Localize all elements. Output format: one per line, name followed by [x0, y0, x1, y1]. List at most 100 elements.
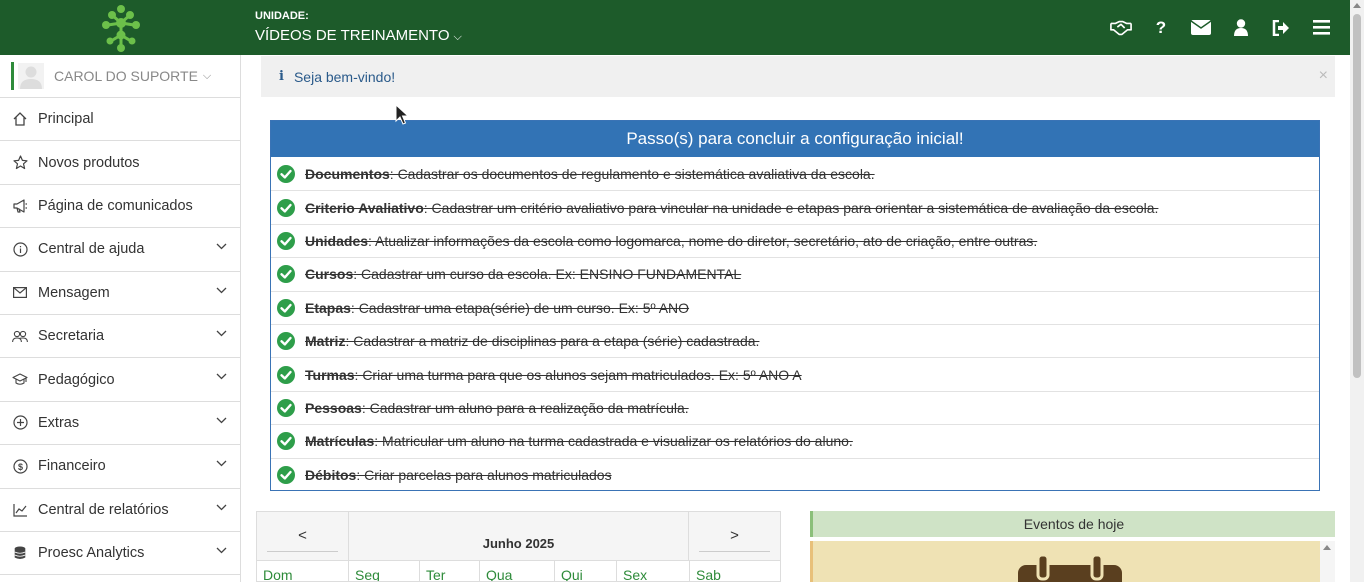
unit-label: UNIDADE:: [255, 10, 309, 22]
sidebar-item-financeiro[interactable]: $ Financeiro: [0, 445, 240, 489]
step-text: Turmas: Criar uma turma para que os alun…: [305, 367, 802, 383]
sidebar-item-comunicados[interactable]: Página de comunicados: [0, 185, 240, 229]
step-name: Pessoas: [305, 399, 362, 416]
sidebar-item-extras[interactable]: Extras: [0, 402, 240, 446]
weekday-label: Dom: [257, 561, 349, 581]
step-text: Unidades: Atualizar informações da escol…: [305, 233, 1037, 249]
chevron-down-icon: [216, 460, 227, 467]
sidebar-item-central-de-relatorios[interactable]: Central de relatórios: [0, 489, 240, 532]
step-row: Etapas: Cadastrar uma etapa(série) de um…: [271, 290, 1319, 324]
envelope-icon[interactable]: [1190, 17, 1212, 39]
sidebar-item-label: Central de ajuda: [38, 241, 145, 258]
step-row: Criterio Avaliativo: Cadastrar um critér…: [271, 190, 1319, 223]
step-name: Documentos: [305, 165, 390, 182]
step-description: : Atualizar informações da escola como l…: [368, 232, 1038, 249]
unit-selector[interactable]: VÍDEOS DE TREINAMENTO ⌵: [255, 27, 462, 44]
chevron-down-icon: [216, 243, 227, 250]
user-name: CAROL DO SUPORTE: [54, 68, 198, 84]
step-description: : Cadastrar uma etapa(série) de um curso…: [350, 299, 690, 316]
megaphone-icon: [12, 198, 28, 214]
check-circle-icon: [277, 365, 295, 384]
calendar-icon: [1018, 555, 1122, 582]
step-description: : Cadastrar um aluno para a realização d…: [361, 399, 689, 416]
step-description: : Cadastrar um critério avaliativo para …: [423, 199, 1159, 216]
sidebar-item-secretaria[interactable]: Secretaria: [0, 315, 240, 359]
step-text: Matriz: Cadastrar a matriz de disciplina…: [305, 333, 759, 349]
sidebar-item-label: Proesc Analytics: [38, 545, 145, 562]
step-text: Cursos: Cadastrar um curso da escola. Ex…: [305, 266, 741, 282]
sidebar-item-proesc-analytics[interactable]: Proesc Analytics: [0, 532, 240, 576]
calendar: < Junho 2025 > Dom Seg Ter Qua Qui Sex S…: [256, 511, 781, 582]
menu-icon[interactable]: [1310, 17, 1332, 39]
calendar-prev-button[interactable]: <: [257, 512, 349, 560]
weekday-label: Qui: [555, 561, 617, 581]
sidebar-item-pedagogico[interactable]: Pedagógico: [0, 358, 240, 402]
user-menu[interactable]: CAROL DO SUPORTE ⌵: [0, 55, 240, 98]
sidebar-item-principal[interactable]: Principal: [0, 98, 240, 142]
sidebar-item-label: Principal: [38, 111, 94, 128]
check-circle-icon: [277, 398, 295, 417]
step-text: Etapas: Cadastrar uma etapa(série) de um…: [305, 300, 689, 316]
user-icon[interactable]: [1230, 17, 1252, 39]
chevron-down-icon: [216, 373, 227, 380]
events-scrollbar[interactable]: [1320, 541, 1335, 582]
scroll-up-arrow[interactable]: [1353, 3, 1361, 8]
home-icon: [12, 111, 28, 127]
line-chart-icon: [12, 502, 28, 518]
sidebar-item-central-de-ajuda[interactable]: Central de ajuda: [0, 228, 240, 272]
question-icon[interactable]: ?: [1150, 17, 1172, 39]
steps-list: Documentos: Cadastrar os documentos de r…: [271, 157, 1319, 491]
sidebar-item-novos-produtos[interactable]: Novos produtos: [0, 141, 240, 185]
unit-value: VÍDEOS DE TREINAMENTO: [255, 27, 450, 44]
step-name: Etapas: [305, 299, 351, 316]
mouse-cursor: [395, 104, 409, 125]
step-row: Documentos: Cadastrar os documentos de r…: [271, 157, 1319, 190]
welcome-alert: i Seja bem-vindo! ×: [261, 56, 1335, 97]
handshake-icon[interactable]: [1110, 17, 1132, 39]
envelope-icon: [12, 285, 28, 301]
step-description: : Criar parcelas para alunos matriculado…: [356, 466, 612, 483]
step-name: Matrículas: [305, 433, 375, 450]
chevron-down-icon: ⌵: [202, 69, 212, 82]
step-text: Criterio Avaliativo: Cadastrar um critér…: [305, 200, 1158, 216]
scrollbar-thumb[interactable]: [1353, 14, 1361, 378]
page-scrollbar[interactable]: [1350, 0, 1364, 582]
step-name: Cursos: [305, 266, 354, 283]
calendar-next-button[interactable]: >: [688, 512, 780, 560]
check-circle-icon: [277, 332, 295, 351]
alert-text: Seja bem-vindo!: [293, 68, 396, 85]
events-body: [810, 541, 1320, 582]
close-icon[interactable]: ×: [1319, 67, 1328, 85]
weekday-label: Sab: [696, 567, 721, 582]
step-row: Unidades: Atualizar informações da escol…: [271, 223, 1319, 257]
sign-out-icon[interactable]: [1270, 17, 1292, 39]
step-text: Débitos: Criar parcelas para alunos matr…: [305, 467, 612, 483]
step-row: Turmas: Criar uma turma para que os alun…: [271, 357, 1319, 390]
step-name: Turmas: [305, 366, 355, 383]
user-accent-bar: [11, 62, 14, 90]
sidebar-item-label: Financeiro: [38, 458, 106, 475]
weekday-label: Sex: [617, 561, 690, 581]
check-circle-icon: [277, 298, 295, 317]
weekday-label: Ter: [420, 561, 480, 581]
weekday-label: Seg: [349, 561, 420, 581]
proesc-logo[interactable]: [96, 3, 146, 53]
svg-text:$: $: [17, 462, 22, 472]
dollar-circle-icon: $: [12, 458, 28, 474]
sidebar-item-mensagem[interactable]: Mensagem: [0, 272, 240, 315]
setup-steps-panel: Passo(s) para concluir a configuração in…: [270, 120, 1320, 491]
sidebar-item-label: Pedagógico: [38, 371, 115, 388]
info-icon: i: [279, 69, 284, 84]
sidebar-item-label: Página de comunicados: [38, 197, 193, 214]
chevron-down-icon: [216, 547, 227, 554]
step-text: Pessoas: Cadastrar um aluno para a reali…: [305, 400, 689, 416]
events-header: Eventos de hoje: [810, 511, 1335, 537]
users-icon: [12, 328, 28, 344]
sidebar-item-label: Central de relatórios: [38, 501, 169, 518]
step-name: Débitos: [305, 466, 357, 483]
step-name: Criterio Avaliativo: [305, 199, 424, 216]
check-circle-icon: [277, 164, 295, 183]
sidebar-item-label: Mensagem: [38, 284, 110, 301]
steps-title: Passo(s) para concluir a configuração in…: [271, 121, 1319, 157]
step-row: Cursos: Cadastrar um curso da escola. Ex…: [271, 257, 1319, 290]
